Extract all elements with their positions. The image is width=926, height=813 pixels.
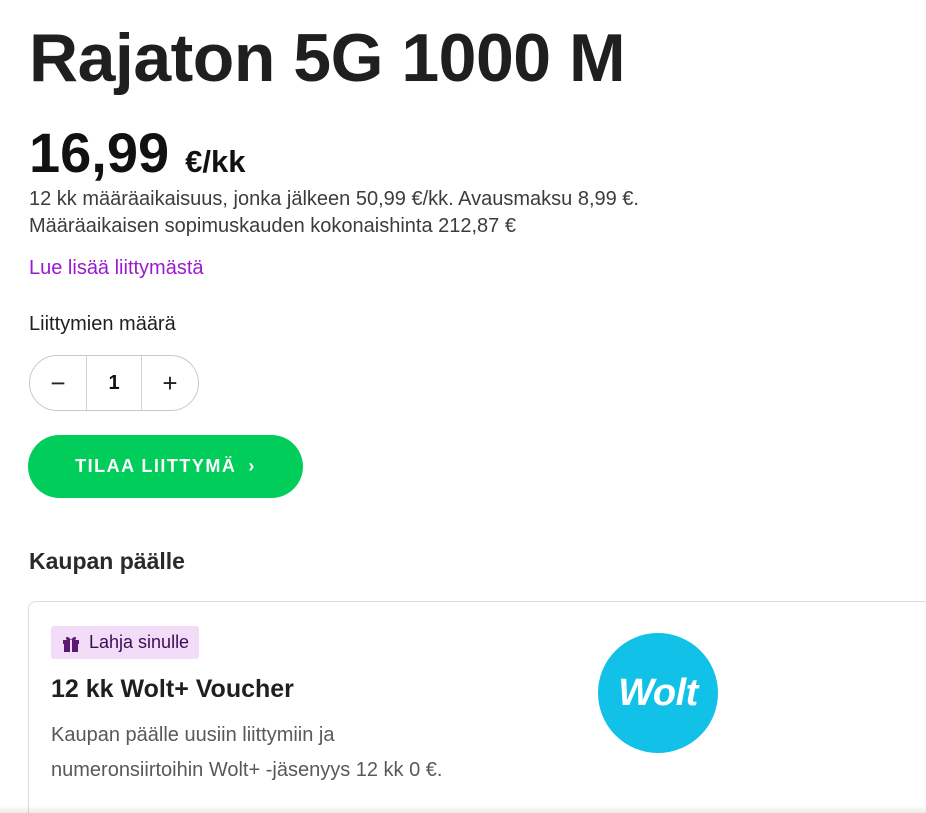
- decrement-button[interactable]: −: [30, 356, 86, 410]
- chevron-right-icon: ›: [248, 456, 256, 476]
- offer-section-title: Kaupan päälle: [29, 548, 185, 574]
- quantity-value[interactable]: 1: [86, 356, 142, 410]
- offer-description-line: numeronsiirtoihin Wolt+ -jäsenyys 12 kk …: [51, 759, 443, 781]
- order-subscription-button[interactable]: TILAA LIITTYMÄ ›: [28, 435, 303, 498]
- quantity-label: Liittymien määrä: [29, 313, 176, 335]
- product-page: Rajaton 5G 1000 M 16,99 €/kk 12 kk määrä…: [0, 0, 926, 813]
- offer-description: Kaupan päälle uusiin liittymiin ja numer…: [51, 718, 442, 788]
- wolt-logo: Wolt: [598, 633, 718, 753]
- offer-description-line: Kaupan päälle uusiin liittymiin ja: [51, 724, 335, 746]
- price-row: 16,99 €/kk: [29, 120, 245, 186]
- gift-badge: Lahja sinulle: [51, 626, 200, 659]
- price-amount: 16,99: [29, 121, 170, 184]
- price-terms-line: Määräaikaisen sopimuskauden kokonaishint…: [29, 215, 516, 237]
- read-more-link[interactable]: Lue lisää liittymästä: [29, 257, 204, 280]
- scroll-shadow: [0, 805, 926, 813]
- increment-button[interactable]: +: [142, 356, 198, 410]
- offer-title: 12 kk Wolt+ Voucher: [51, 675, 294, 703]
- badge-label: Lahja sinulle: [89, 632, 190, 652]
- price-unit: €/kk: [185, 144, 246, 179]
- gift-icon: [61, 633, 81, 653]
- order-button-label: TILAA LIITTYMÄ: [75, 456, 237, 476]
- price-terms: 12 kk määräaikaisuus, jonka jälkeen 50,9…: [29, 186, 639, 240]
- price-terms-line: 12 kk määräaikaisuus, jonka jälkeen 50,9…: [29, 188, 639, 210]
- quantity-stepper: − 1 +: [29, 355, 199, 411]
- offer-card: Lahja sinulle 12 kk Wolt+ Voucher Kaupan…: [28, 601, 926, 813]
- product-title: Rajaton 5G 1000 M: [29, 20, 626, 96]
